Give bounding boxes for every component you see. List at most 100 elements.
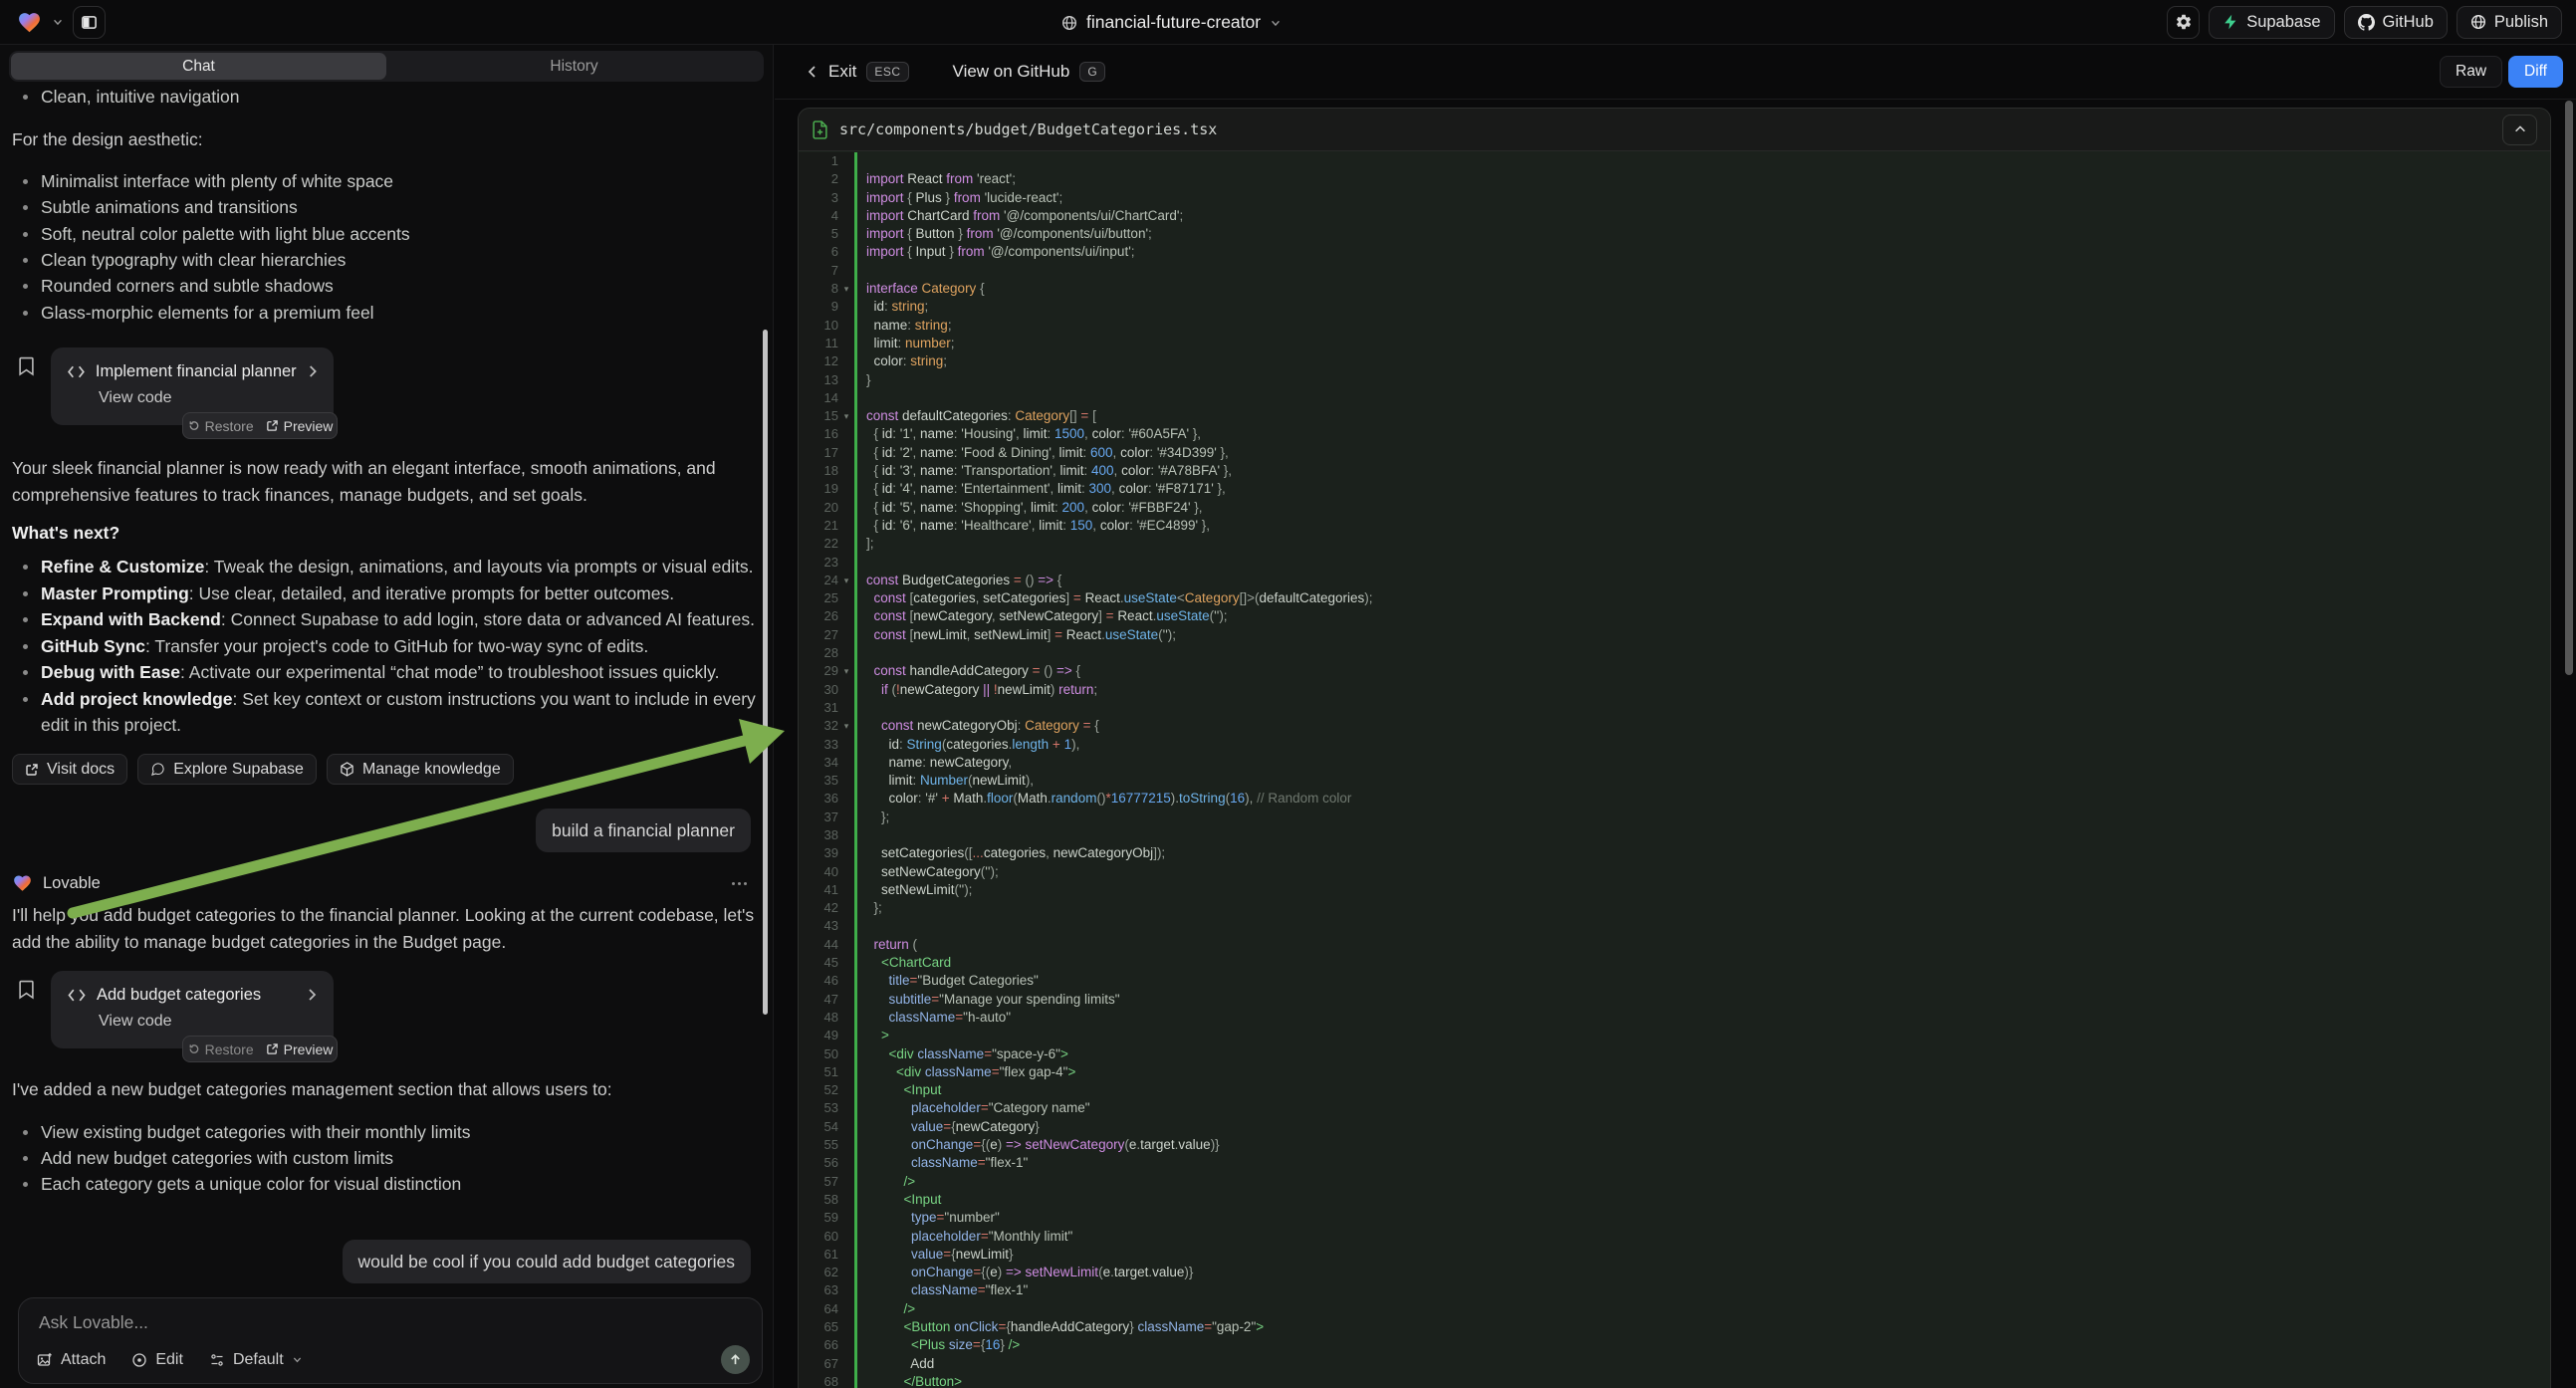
- code-line: 22];: [799, 535, 2550, 553]
- chevron-down-icon: [292, 1354, 303, 1365]
- toggle-sidebar-button[interactable]: [73, 6, 106, 39]
- list-item: Add project knowledge: Set key context o…: [12, 686, 761, 739]
- sliders-icon: [209, 1352, 225, 1368]
- restore-preview-bar: Restore Preview: [182, 412, 338, 439]
- supabase-button[interactable]: Supabase: [2209, 6, 2334, 39]
- send-button[interactable]: [721, 1345, 750, 1374]
- publish-button[interactable]: Publish: [2457, 6, 2562, 39]
- chat-panel: Chat History Clean, intuitive navigation…: [0, 45, 774, 1388]
- attach-button[interactable]: Attach: [37, 1351, 106, 1369]
- code-line: 38: [799, 826, 2550, 844]
- external-link-icon: [25, 763, 39, 777]
- chat-history-tabs: Chat History: [9, 51, 764, 82]
- code-line: 19 { id: '4', name: 'Entertainment', lim…: [799, 480, 2550, 498]
- code-line: 20 { id: '5', name: 'Shopping', limit: 2…: [799, 499, 2550, 517]
- preview-button[interactable]: Preview: [266, 418, 334, 434]
- user-message-row: would be cool if you could add budget ca…: [12, 1240, 761, 1283]
- mode-select[interactable]: Default: [209, 1351, 303, 1369]
- code-icon: [67, 988, 87, 1003]
- preview-button[interactable]: Preview: [266, 1041, 334, 1057]
- image-icon: [37, 1352, 53, 1368]
- action-buttons-row: Visit docs Explore Supabase Manage knowl…: [12, 754, 761, 785]
- lovable-heart-icon: [12, 873, 33, 893]
- bullet-dot: [23, 670, 28, 675]
- view-code-link[interactable]: View code: [99, 389, 318, 413]
- code-line: 21 { id: '6', name: 'Healthcare', limit:…: [799, 517, 2550, 535]
- bullet-dot: [23, 258, 28, 263]
- next-steps-list: Refine & Customize: Tweak the design, an…: [12, 554, 761, 738]
- workspace-chevron-down-icon[interactable]: [52, 16, 64, 28]
- restore-button[interactable]: Restore: [187, 418, 254, 434]
- code-line: 67 Add: [799, 1355, 2550, 1373]
- chevron-up-icon: [2513, 122, 2527, 136]
- code-line: 6import { Input } from '@/components/ui/…: [799, 243, 2550, 261]
- code-line: 35 limit: Number(newLimit),: [799, 772, 2550, 790]
- code-line: 62 onChange={(e) => setNewLimit(e.target…: [799, 1264, 2550, 1281]
- message-options-icon[interactable]: [732, 882, 747, 885]
- code-line: 44 return (: [799, 936, 2550, 954]
- bookmark-icon[interactable]: [18, 355, 35, 376]
- supabase-label: Supabase: [2246, 13, 2320, 32]
- fold-toggle-icon[interactable]: ▾: [838, 662, 854, 680]
- code-line: 41 setNewLimit('');: [799, 881, 2550, 899]
- bookmark-icon[interactable]: [18, 979, 35, 1000]
- visit-docs-button[interactable]: Visit docs: [12, 754, 127, 785]
- github-button[interactable]: GitHub: [2344, 6, 2448, 39]
- publish-label: Publish: [2494, 13, 2548, 32]
- list-item: Add new budget categories with custom li…: [12, 1145, 761, 1171]
- tab-chat[interactable]: Chat: [11, 53, 386, 80]
- lovable-logo-icon[interactable]: [16, 10, 43, 35]
- code-line: 66 <Plus size={16} />: [799, 1336, 2550, 1354]
- edit-button[interactable]: Edit: [131, 1351, 183, 1369]
- bullet-dot: [23, 591, 28, 596]
- prompt-input[interactable]: [39, 1312, 742, 1333]
- diff-toggle-button[interactable]: Diff: [2508, 56, 2563, 88]
- code-line: 26 const [newCategory, setNewCategory] =…: [799, 607, 2550, 625]
- list-item: Expand with Backend: Connect Supabase to…: [12, 606, 761, 632]
- design-heading: For the design aesthetic:: [12, 126, 761, 152]
- fold-toggle-icon[interactable]: ▾: [838, 280, 854, 298]
- restore-button[interactable]: Restore: [187, 1041, 254, 1057]
- code-line: 11 limit: number;: [799, 335, 2550, 352]
- file-added-icon: [812, 120, 828, 139]
- code-line: 58 <Input: [799, 1191, 2550, 1209]
- raw-toggle-button[interactable]: Raw: [2440, 56, 2502, 88]
- bullet-dot: [23, 311, 28, 316]
- tab-history[interactable]: History: [386, 53, 762, 80]
- arrow-up-icon: [729, 1353, 742, 1366]
- code-line: 45 <ChartCard: [799, 954, 2550, 972]
- code-line: 16 { id: '1', name: 'Housing', limit: 15…: [799, 425, 2550, 443]
- design-list: Minimalist interface with plenty of whit…: [12, 168, 761, 326]
- manage-knowledge-button[interactable]: Manage knowledge: [327, 754, 514, 785]
- code-scrollbar[interactable]: [2565, 101, 2573, 675]
- message-circle-icon: [150, 762, 165, 777]
- code-line: 68 </Button>: [799, 1373, 2550, 1388]
- external-link-icon: [266, 419, 279, 432]
- file-header[interactable]: src/components/budget/BudgetCategories.t…: [799, 109, 2550, 151]
- chat-scrollbar[interactable]: [763, 330, 768, 1015]
- package-icon: [340, 762, 354, 777]
- fold-toggle-icon[interactable]: ▾: [838, 572, 854, 589]
- code-lines[interactable]: 12import React from 'react';3import { Pl…: [799, 152, 2550, 1388]
- g-shortcut-badge: G: [1079, 62, 1105, 82]
- code-line: 43: [799, 917, 2550, 935]
- version-title: Implement financial planner: [96, 362, 297, 381]
- settings-button[interactable]: [2167, 6, 2200, 39]
- added-features-list: View existing budget categories with the…: [12, 1119, 761, 1198]
- project-chevron-down-icon: [1270, 17, 1282, 29]
- explore-supabase-button[interactable]: Explore Supabase: [137, 754, 317, 785]
- project-menu[interactable]: financial-future-creator: [1061, 0, 1282, 45]
- restore-preview-bar: Restore Preview: [182, 1036, 338, 1062]
- code-line: 54 value={newCategory}: [799, 1118, 2550, 1136]
- code-line: 31: [799, 699, 2550, 717]
- user-message: build a financial planner: [536, 809, 751, 852]
- code-line: 59 type="number": [799, 1209, 2550, 1227]
- exit-button[interactable]: Exit ESC: [807, 62, 909, 82]
- code-line: 61 value={newLimit}: [799, 1246, 2550, 1264]
- view-on-github-link[interactable]: View on GitHub G: [953, 62, 1106, 82]
- chat-scroll-area[interactable]: Clean, intuitive navigation For the desi…: [0, 84, 773, 1388]
- collapse-file-button[interactable]: [2502, 115, 2537, 145]
- fold-toggle-icon[interactable]: ▾: [838, 407, 854, 425]
- fold-toggle-icon[interactable]: ▾: [838, 717, 854, 735]
- view-code-link[interactable]: View code: [99, 1013, 318, 1037]
